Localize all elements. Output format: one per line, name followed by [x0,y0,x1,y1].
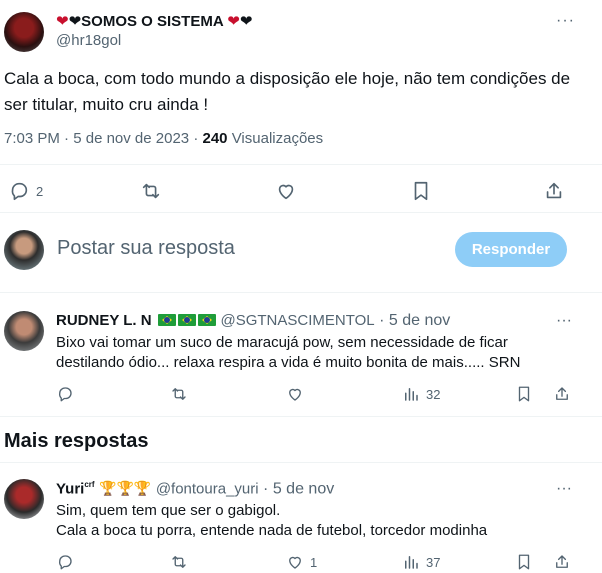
meta-separator: · [263,480,269,498]
name-superscript: crf [84,480,95,489]
author-name[interactable]: ❤❤SOMOS O SISTEMA ❤❤ [56,12,252,30]
share-button[interactable] [543,180,565,202]
meta-separator: · [64,130,70,147]
reply-input[interactable]: Postar sua resposta [57,237,235,260]
divider [0,292,602,293]
author-avatar[interactable] [4,12,44,52]
trophy-icon: 🏆 [116,480,134,497]
tweet-meta: 7:03 PM · 5 de nov de 2023 · 240 Visuali… [4,130,323,147]
reply-button[interactable]: 2 [8,180,43,202]
share-button[interactable] [553,553,571,571]
analytics-icon [402,553,420,571]
reply-author-name[interactable]: Yuri [56,480,84,497]
views-count: 37 [426,554,441,570]
reply-author-handle[interactable]: @SGTNASCIMENTOL [220,312,374,329]
like-button[interactable] [286,385,304,403]
bookmark-button[interactable] [515,553,533,571]
share-icon [543,180,565,202]
reply-button[interactable] [56,385,74,403]
like-count: 1 [310,554,318,570]
views-button[interactable]: 37 [402,553,440,571]
like-button[interactable]: 1 [286,553,317,571]
divider [0,416,602,417]
more-options-icon[interactable]: ··· [556,12,575,30]
trophy-icon: 🏆 [99,480,117,497]
divider [0,164,602,165]
user-avatar[interactable] [4,230,44,270]
heart-outline-icon [286,385,304,403]
views-count: 240 [202,130,228,147]
meta-separator: · [379,312,385,329]
reply-text: Bixo vai tomar um suco de maracujá pow, … [56,334,521,371]
author-handle[interactable]: @hr18gol [56,32,121,49]
more-options-icon[interactable]: ··· [556,312,572,330]
bookmark-icon [515,553,533,571]
analytics-icon [402,385,420,403]
repost-button[interactable] [170,385,188,403]
section-title: Mais respostas [4,430,149,452]
divider [0,462,602,463]
bookmark-icon [515,385,533,403]
reply-header: Yuricrf 🏆🏆🏆 @fontoura_yuri · 5 de nov [56,480,334,498]
tweet-date[interactable]: 5 de nov de 2023 [73,130,189,147]
repost-icon [140,180,162,202]
reply-author-avatar[interactable] [4,479,44,519]
reply-icon [56,385,74,403]
meta-separator: · [193,130,199,147]
responder-button[interactable]: Responder [455,232,567,267]
heart-outline-icon [275,180,297,202]
reply-date[interactable]: 5 de nov [389,312,450,329]
tweet-time[interactable]: 7:03 PM [4,130,60,147]
tweet-text: Cala a boca, com todo mundo a disposição… [4,69,571,114]
heart-black-icon: ❤ [239,13,253,30]
repost-icon [170,553,188,571]
views-label: Visualizações [231,130,324,147]
reply-icon [56,553,74,571]
brazil-flag-icon [178,314,197,326]
share-icon [553,385,571,403]
bookmark-icon [410,180,432,202]
brazil-flag-icon [198,314,217,326]
reply-header: RUDNEY L. N @SGTNASCIMENTOL · 5 de nov [56,312,450,330]
repost-icon [170,385,188,403]
bookmark-button[interactable] [515,385,533,403]
heart-outline-icon [286,553,304,571]
heart-black-icon: ❤ [68,13,82,30]
repost-button[interactable] [170,553,188,571]
like-button[interactable] [275,180,297,202]
bookmark-button[interactable] [410,180,432,202]
reply-text-line: Cala a boca tu porra, entende nada de fu… [56,522,488,539]
reply-text-line: Sim, quem tem que ser o gabigol. [56,502,281,519]
reply-author-handle[interactable]: @fontoura_yuri [156,480,259,497]
reply-icon [8,180,30,202]
brazil-flag-icon [158,314,177,326]
heart-red-icon: ❤ [56,13,69,30]
more-options-icon[interactable]: ··· [556,480,572,498]
reply-button[interactable] [56,553,74,571]
heart-red-icon: ❤ [227,13,240,30]
reply-author-avatar[interactable] [4,311,44,351]
repost-button[interactable] [140,180,162,202]
reply-date[interactable]: 5 de nov [273,480,334,497]
reply-author-name[interactable]: RUDNEY L. N [56,312,152,329]
share-button[interactable] [553,385,571,403]
share-icon [553,553,571,571]
divider [0,212,602,213]
views-count: 32 [426,386,441,402]
views-button[interactable]: 32 [402,385,440,403]
trophy-icon: 🏆 [133,480,152,497]
reply-count: 2 [36,183,44,199]
